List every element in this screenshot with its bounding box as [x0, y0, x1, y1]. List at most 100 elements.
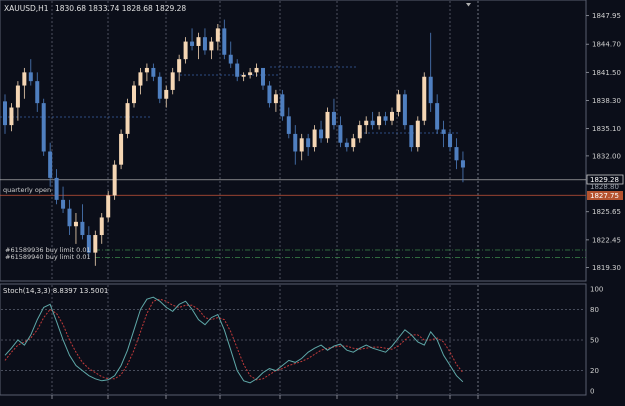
- bid-price-sub-text: 1828.80: [590, 183, 619, 191]
- chart-canvas[interactable]: 1847.95 1844.70 1841.50 1838.30 1835.10 1832.…: [0, 0, 625, 402]
- candle-body-21: [138, 72, 143, 86]
- candle-body-16: [106, 195, 111, 218]
- main-price-pane[interactable]: 1847.95 1844.70 1841.50 1838.30 1835.10 1832.…: [0, 0, 624, 282]
- candle-body-54: [351, 138, 356, 148]
- candle-body-9: [61, 199, 66, 209]
- candle-body-52: [338, 125, 343, 143]
- ask-price-text: 1827.75: [590, 192, 619, 200]
- candle-body-28: [183, 41, 188, 60]
- candle-body-4: [28, 72, 33, 82]
- candle-body-66: [428, 76, 433, 104]
- stoch-axis-label-0: 100: [590, 286, 603, 294]
- candle-body-60: [390, 111, 394, 121]
- candle-body-67: [435, 103, 440, 130]
- candle-body-35: [228, 54, 233, 64]
- candle-body-53: [344, 142, 349, 148]
- candle-body-17: [112, 164, 117, 196]
- candle-body-63: [409, 125, 414, 148]
- candle-body-50: [325, 111, 330, 139]
- price-label-0: 1847.95: [592, 12, 621, 20]
- candle-body-61: [396, 94, 401, 112]
- candle-body-22: [144, 67, 149, 73]
- candle-body-45: [293, 133, 298, 152]
- stochastic-pane[interactable]: 100 80 50 20 0 Stoch(14,3,3) 8.8397 13.5001: [0, 283, 603, 396]
- candle-body-70: [454, 147, 459, 161]
- price-label-7: 1822.45: [592, 236, 621, 244]
- candle-body-25: [164, 89, 169, 99]
- bid-price-tag: 1829.28 1828.80: [586, 174, 624, 191]
- stoch-axis-label-2: 50: [590, 337, 599, 345]
- stoch-label: Stoch(14,3,3) 8.8397 13.5001: [3, 287, 108, 295]
- ohlc-readout: 1830.68 1833.74 1828.68 1829.28: [55, 4, 186, 13]
- candle-body-33: [215, 28, 220, 42]
- candle-body-43: [280, 94, 285, 117]
- candle-body-57: [370, 120, 375, 126]
- candle-body-7: [48, 151, 53, 178]
- price-label-6: 1825.65: [592, 208, 621, 216]
- candle-body-37: [241, 74, 246, 77]
- candle-body-47: [306, 138, 311, 148]
- candle-body-10: [67, 208, 72, 227]
- candle-body-62: [402, 94, 407, 126]
- symbol-header: XAUUSD,H1 1830.68 1833.74 1828.68 1829.2…: [4, 4, 186, 13]
- candle-body-19: [125, 103, 130, 134]
- candle-body-6: [41, 103, 46, 152]
- trading-chart-window[interactable]: 1847.95 1844.70 1841.50 1838.30 1835.10 1832.…: [0, 0, 625, 402]
- candle-body-23: [151, 67, 156, 77]
- candle-body-49: [319, 129, 324, 139]
- candle-body-27: [177, 59, 182, 73]
- candle-body-14: [93, 235, 98, 253]
- candle-body-42: [273, 94, 278, 104]
- stoch-pane-border: [0, 283, 587, 396]
- candle-body-41: [267, 85, 272, 104]
- price-label-3: 1838.30: [592, 97, 621, 105]
- price-label-2: 1841.50: [592, 69, 621, 77]
- candle-body-18: [119, 133, 124, 165]
- candle-body-65: [422, 76, 427, 121]
- candle-body-64: [415, 120, 420, 148]
- candle-body-56: [364, 120, 369, 126]
- candle-body-58: [377, 116, 382, 126]
- candle-body-8: [54, 177, 59, 200]
- candle-body-38: [248, 72, 253, 75]
- candle-body-0: [3, 101, 7, 126]
- candle-body-40: [261, 67, 265, 86]
- candle-body-1: [9, 107, 14, 126]
- candle-body-59: [383, 116, 388, 121]
- price-axis: 1847.95 1844.70 1841.50 1838.30 1835.10 1832.…: [586, 12, 621, 272]
- candle-body-30: [196, 37, 201, 46]
- candle-body-44: [286, 116, 291, 134]
- stoch-axis-label-1: 80: [590, 306, 599, 314]
- time-axis: [51, 395, 479, 399]
- candle-body-12: [80, 221, 85, 236]
- stoch-axis: 100 80 50 20 0: [590, 286, 603, 396]
- candle-body-32: [209, 41, 214, 51]
- candle-body-2: [15, 85, 20, 108]
- candle-body-20: [132, 85, 136, 104]
- candle-body-26: [170, 72, 175, 90]
- candle-body-55: [357, 125, 362, 139]
- symbol-timeframe: XAUUSD,H1: [4, 4, 49, 13]
- candle-body-31: [202, 37, 207, 51]
- candle-body-3: [22, 72, 27, 86]
- stoch-axis-label-4: 0: [590, 388, 594, 396]
- price-label-1: 1844.70: [592, 41, 621, 49]
- candle-body-15: [99, 217, 104, 236]
- price-label-8: 1819.30: [592, 264, 621, 272]
- order-label-2: #61589940 buy limit 0.01: [5, 253, 91, 261]
- candle-body-29: [190, 41, 195, 46]
- candle-body-34: [222, 28, 227, 55]
- candle-body-5: [35, 81, 40, 104]
- price-label-5: 1832.00: [592, 152, 621, 160]
- candle-body-46: [299, 138, 304, 152]
- quarterly-open-label: quarterly open: [3, 186, 51, 194]
- candle-body-69: [448, 133, 453, 148]
- price-label-4: 1835.10: [592, 125, 621, 133]
- candle-body-48: [312, 129, 317, 148]
- candle-body-68: [441, 129, 446, 134]
- candle-body-11: [73, 221, 78, 227]
- candle-body-36: [235, 63, 240, 77]
- stoch-axis-label-3: 20: [590, 367, 599, 375]
- candle-body-24: [157, 76, 162, 99]
- candle-body-39: [254, 67, 259, 73]
